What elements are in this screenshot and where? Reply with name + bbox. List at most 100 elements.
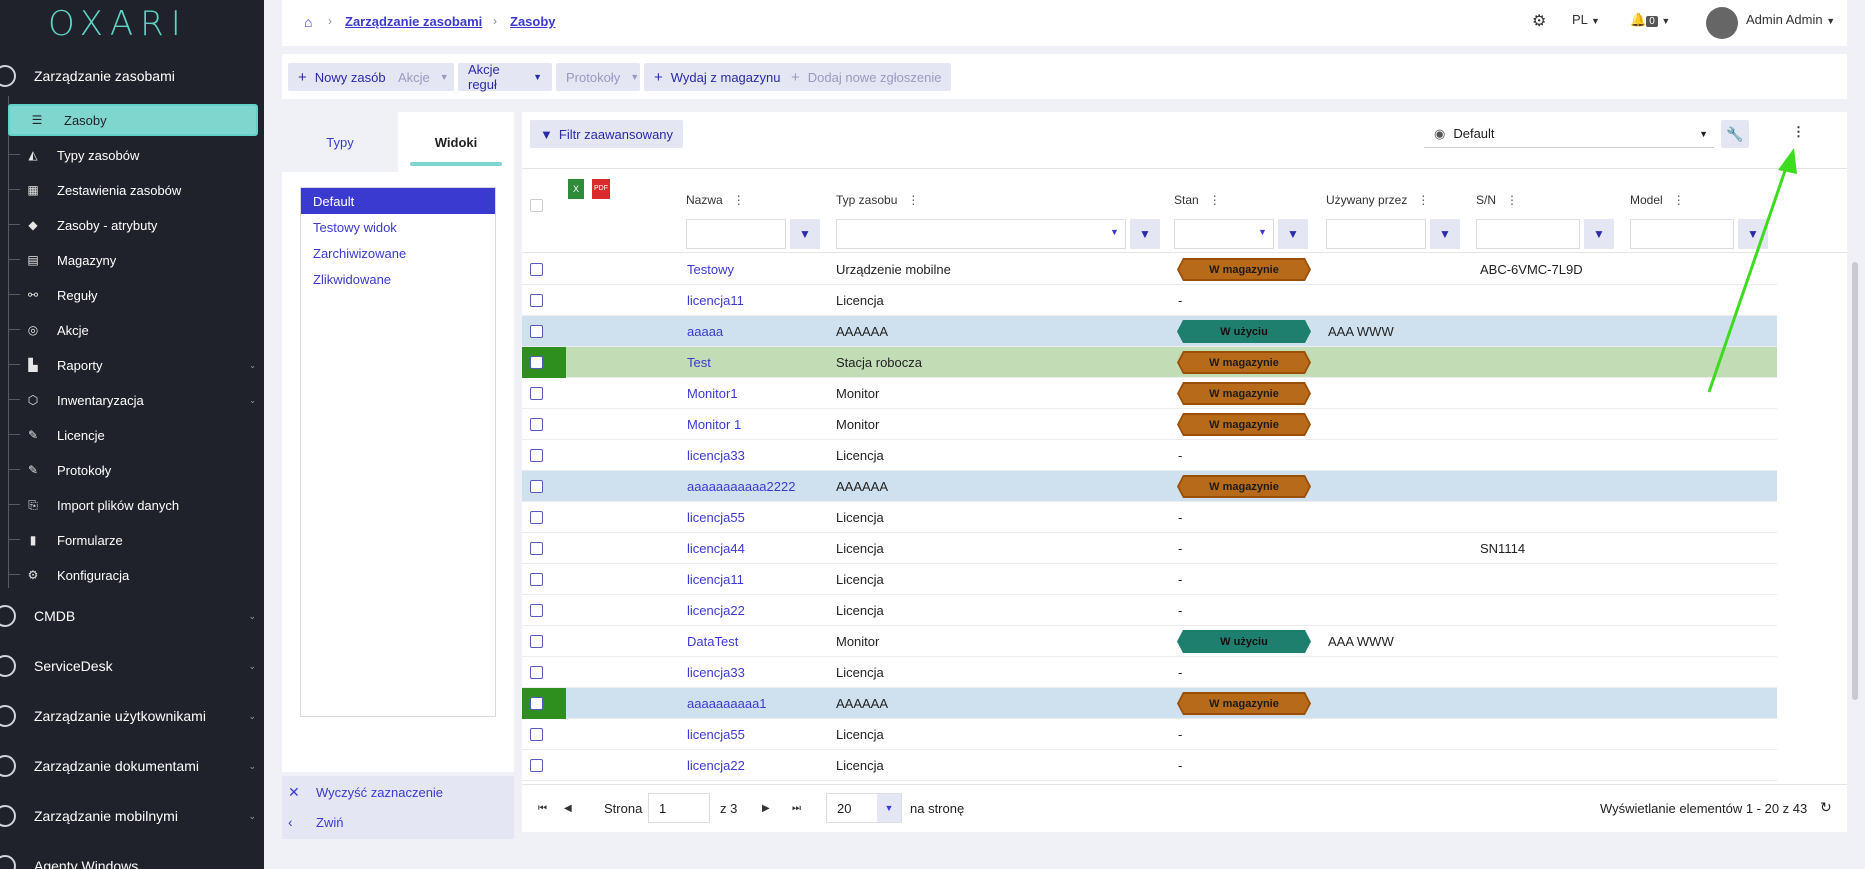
row-checkbox[interactable] <box>530 573 543 586</box>
breadcrumb-assets[interactable]: Zasoby <box>510 14 556 29</box>
collapse-button[interactable]: ‹ Zwiń <box>288 814 343 830</box>
column-header-sn[interactable]: S/N ⋮ <box>1476 193 1518 207</box>
column-menu-icon[interactable]: ⋮ <box>1673 193 1685 207</box>
sidebar-item-asset-statements[interactable]: ▦ Zestawienia zasobów <box>0 175 264 205</box>
table-row[interactable]: licencja22 Licencja - <box>522 750 1777 781</box>
first-page-icon[interactable]: ⏮ <box>538 803 547 814</box>
used-by-filter-button[interactable]: ▼ <box>1430 219 1460 249</box>
asset-name-link[interactable]: licencja11 <box>687 572 744 587</box>
issue-from-warehouse-button[interactable]: + Wydaj z magazynu <box>644 63 791 91</box>
wrench-icon[interactable]: 🔧 <box>1721 120 1749 148</box>
asset-name-link[interactable]: licencja33 <box>687 448 745 463</box>
table-row[interactable]: Test Stacja robocza W magazynie <box>522 347 1777 378</box>
notifications-button[interactable]: 🔔 0 ▼ <box>1630 12 1670 28</box>
column-header-state[interactable]: Stan ⋮ <box>1174 193 1221 207</box>
column-header-used-by[interactable]: Używany przez ⋮ <box>1326 193 1429 207</box>
table-row[interactable]: licencja11 Licencja - <box>522 564 1777 595</box>
sidebar-item-actions[interactable]: ◎ Akcje <box>0 315 264 345</box>
sidebar-item-inventory[interactable]: ⬡ Inwentaryzacja ⌄ <box>0 385 264 415</box>
row-checkbox[interactable] <box>530 666 543 679</box>
actions-dropdown[interactable]: Akcje ▼ <box>388 63 454 91</box>
row-checkbox[interactable] <box>530 511 543 524</box>
prev-page-icon[interactable]: ◀ <box>564 803 572 814</box>
table-scrollbar[interactable] <box>1852 262 1858 700</box>
view-item-liquidated[interactable]: Zlikwidowane <box>301 266 495 292</box>
row-checkbox[interactable] <box>530 263 543 276</box>
asset-name-link[interactable]: licencja44 <box>687 541 745 556</box>
sidebar-item-licenses[interactable]: ✎ Licencje <box>0 420 264 450</box>
row-checkbox[interactable] <box>530 728 543 741</box>
advanced-filter-button[interactable]: ▼ Filtr zaawansowany <box>530 120 684 148</box>
column-header-type[interactable]: Typ zasobu ⋮ <box>836 193 919 207</box>
page-input[interactable]: 1 <box>648 793 710 823</box>
table-row[interactable]: licencja55 Licencja - <box>522 502 1777 533</box>
sidebar-section-cmdb[interactable]: CMDB ⌄ <box>0 600 264 632</box>
user-menu[interactable]: Admin Admin ▼ <box>1746 12 1835 27</box>
column-menu-icon[interactable]: ⋮ <box>1506 193 1518 207</box>
table-row[interactable]: aaaaaaaaaaa2222 AAAAAA W magazynie <box>522 471 1777 502</box>
sidebar-section-documents[interactable]: Zarządzanie dokumentami ⌄ <box>0 750 264 782</box>
sidebar-item-data-import[interactable]: ⎘ Import plików danych <box>0 490 264 520</box>
view-item-test[interactable]: Testowy widok <box>301 214 495 240</box>
row-checkbox[interactable] <box>530 325 543 338</box>
name-filter-button[interactable]: ▼ <box>790 219 820 249</box>
breadcrumb-asset-management[interactable]: Zarządzanie zasobami <box>345 14 482 29</box>
column-menu-icon[interactable]: ⋮ <box>907 193 919 207</box>
column-menu-icon[interactable]: ⋮ <box>1417 193 1429 207</box>
row-checkbox[interactable] <box>530 418 543 431</box>
select-all-checkbox[interactable] <box>530 199 543 212</box>
clear-selection-button[interactable]: ✕ Wyczyść zaznaczenie <box>288 784 443 801</box>
row-checkbox[interactable] <box>530 480 543 493</box>
table-row[interactable]: aaaaaaaaaa1 AAAAAA W magazynie <box>522 688 1777 719</box>
add-ticket-button[interactable]: + Dodaj nowe zgłoszenie <box>781 63 952 91</box>
rule-actions-dropdown[interactable]: Akcje reguł ▼ <box>458 62 552 92</box>
row-checkbox[interactable] <box>530 449 543 462</box>
row-checkbox[interactable] <box>530 387 543 400</box>
table-row[interactable]: licencja22 Licencja - <box>522 595 1777 626</box>
asset-name-link[interactable]: Test <box>687 355 711 370</box>
protocols-dropdown[interactable]: Protokoły ▼ <box>556 63 640 91</box>
export-pdf-icon[interactable]: PDF <box>592 179 610 199</box>
table-row[interactable]: licencja33 Licencja - <box>522 440 1777 471</box>
more-options-icon[interactable]: ⋮ <box>1792 124 1805 140</box>
sidebar-item-rules[interactable]: ⚯ Reguły <box>0 280 264 310</box>
asset-name-link[interactable]: licencja55 <box>687 727 745 742</box>
column-header-model[interactable]: Model ⋮ <box>1630 193 1685 207</box>
asset-name-link[interactable]: aaaaaaaaaa1 <box>687 696 767 711</box>
type-filter-button[interactable]: ▼ <box>1130 219 1160 249</box>
table-row[interactable]: licencja11 Licencja - <box>522 285 1777 316</box>
tab-types[interactable]: Typy <box>282 112 398 172</box>
sidebar-item-asset-attributes[interactable]: ◆ Zasoby - atrybuty <box>0 210 264 240</box>
asset-name-link[interactable]: licencja33 <box>687 665 745 680</box>
sidebar-section-users[interactable]: Zarządzanie użytkownikami ⌄ <box>0 700 264 732</box>
sidebar-section-windows-agents[interactable]: Agenty Windows <box>0 850 264 869</box>
export-excel-icon[interactable]: X <box>568 179 584 199</box>
used-by-filter-input[interactable] <box>1326 219 1426 249</box>
column-menu-icon[interactable]: ⋮ <box>1209 193 1221 207</box>
new-asset-button[interactable]: + Nowy zasób <box>288 63 396 91</box>
view-item-archived[interactable]: Zarchiwizowane <box>301 240 495 266</box>
table-row[interactable]: licencja55 Licencja - <box>522 719 1777 750</box>
name-filter-input[interactable] <box>686 219 786 249</box>
sidebar-section-asset-management[interactable]: Zarządzanie zasobami <box>0 60 264 92</box>
last-page-icon[interactable]: ⏭ <box>792 803 801 814</box>
column-menu-icon[interactable]: ⋮ <box>733 193 745 207</box>
row-checkbox[interactable] <box>530 759 543 772</box>
type-filter-select[interactable] <box>836 219 1126 249</box>
table-row[interactable]: Monitor1 Monitor W magazynie <box>522 378 1777 409</box>
sidebar-item-configuration[interactable]: ⚙ Konfiguracja <box>0 560 264 590</box>
refresh-icon[interactable]: ↻ <box>1820 799 1832 816</box>
asset-name-link[interactable]: Monitor 1 <box>687 417 741 432</box>
column-header-name[interactable]: Nazwa ⋮ <box>686 193 745 207</box>
row-checkbox[interactable] <box>530 635 543 648</box>
asset-name-link[interactable]: licencja11 <box>687 293 744 308</box>
asset-name-link[interactable]: DataTest <box>687 634 738 649</box>
asset-name-link[interactable]: licencja55 <box>687 510 745 525</box>
asset-name-link[interactable]: Testowy <box>687 262 734 277</box>
sidebar-item-warehouses[interactable]: ▤ Magazyny <box>0 245 264 275</box>
table-row[interactable]: licencja44 Licencja - SN1114 <box>522 533 1777 564</box>
row-checkbox[interactable] <box>530 542 543 555</box>
asset-name-link[interactable]: Monitor1 <box>687 386 738 401</box>
settings-icon[interactable]: ⚙ <box>1532 11 1546 31</box>
sidebar-section-mobile[interactable]: Zarządzanie mobilnymi ⌄ <box>0 800 264 832</box>
